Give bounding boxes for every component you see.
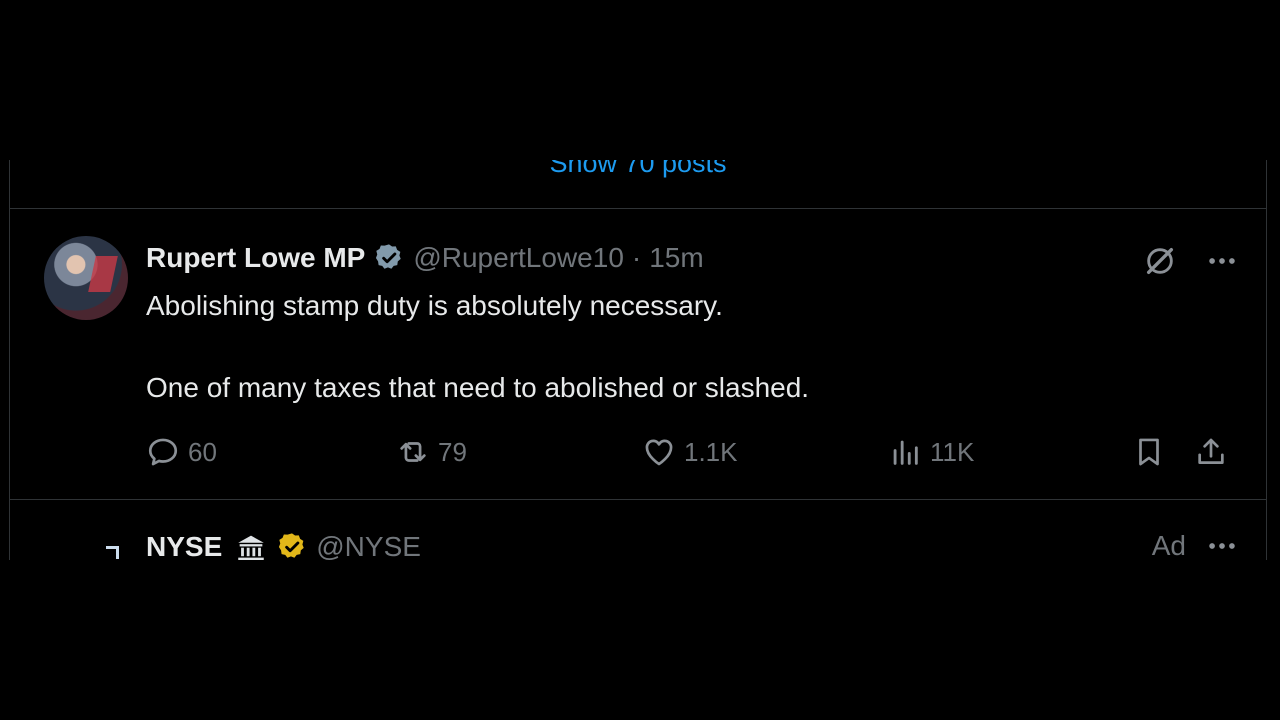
verified-badge-icon xyxy=(279,533,304,558)
heart-icon xyxy=(645,439,673,466)
ad-author-handle[interactable]: @NYSE xyxy=(316,531,421,560)
post-time[interactable]: 15m xyxy=(649,242,703,274)
bookmark-button[interactable] xyxy=(1132,435,1174,469)
share-button[interactable] xyxy=(1194,435,1236,469)
post-text-line: Abolishing stamp duty is absolutely nece… xyxy=(146,290,723,321)
bank-building-icon xyxy=(238,535,264,560)
post-text: Abolishing stamp duty is absolutely nece… xyxy=(146,285,1146,449)
show-more-label[interactable]: Show 70 posts xyxy=(10,160,1266,178)
post-text-line: One of many taxes that need to abolished… xyxy=(146,372,810,403)
ad-header: NYSE @NYSE xyxy=(146,530,421,560)
bookmark-icon xyxy=(1139,438,1159,466)
like-count: 1.1K xyxy=(684,436,738,467)
avatar[interactable] xyxy=(44,236,128,320)
ad-post[interactable]: NYSE @NYSE Ad xyxy=(10,500,1266,560)
repost-icon xyxy=(400,442,426,462)
meta-separator: · xyxy=(631,242,642,273)
more-icon[interactable] xyxy=(1204,243,1240,279)
ad-author-name[interactable]: NYSE xyxy=(146,531,222,560)
ad-label: Ad xyxy=(1151,530,1186,560)
share-icon xyxy=(1198,438,1224,464)
views-count: 11K xyxy=(930,436,975,467)
verified-badge-icon xyxy=(376,244,402,269)
more-icon[interactable] xyxy=(1204,528,1240,560)
ad-avatar[interactable] xyxy=(106,546,119,559)
reply-icon xyxy=(148,438,178,466)
reply-button[interactable]: 60 xyxy=(146,435,217,469)
like-button[interactable]: 1.1K xyxy=(642,435,738,469)
author-handle[interactable]: @RupertLowe10 xyxy=(413,242,624,274)
views-button[interactable]: 11K xyxy=(888,435,974,469)
timeline-column: Show 70 posts Rupert Lowe MP @RupertLowe… xyxy=(9,160,1267,560)
post-header: Rupert Lowe MP @RupertLowe10 · 15m xyxy=(146,240,704,276)
ad-top-actions: Ad xyxy=(1152,528,1240,560)
author-name[interactable]: Rupert Lowe MP xyxy=(146,242,365,274)
post-action-bar: 60 79 1.1K 11K xyxy=(146,435,1236,475)
post[interactable]: Rupert Lowe MP @RupertLowe10 · 15m Aboli… xyxy=(10,209,1266,500)
show-more-posts[interactable]: Show 70 posts xyxy=(10,160,1266,209)
repost-button[interactable]: 79 xyxy=(396,435,467,469)
reply-count: 60 xyxy=(188,436,217,467)
grok-icon[interactable] xyxy=(1142,243,1178,279)
views-icon xyxy=(893,440,918,465)
post-top-actions xyxy=(1142,243,1240,279)
repost-count: 79 xyxy=(438,436,467,467)
